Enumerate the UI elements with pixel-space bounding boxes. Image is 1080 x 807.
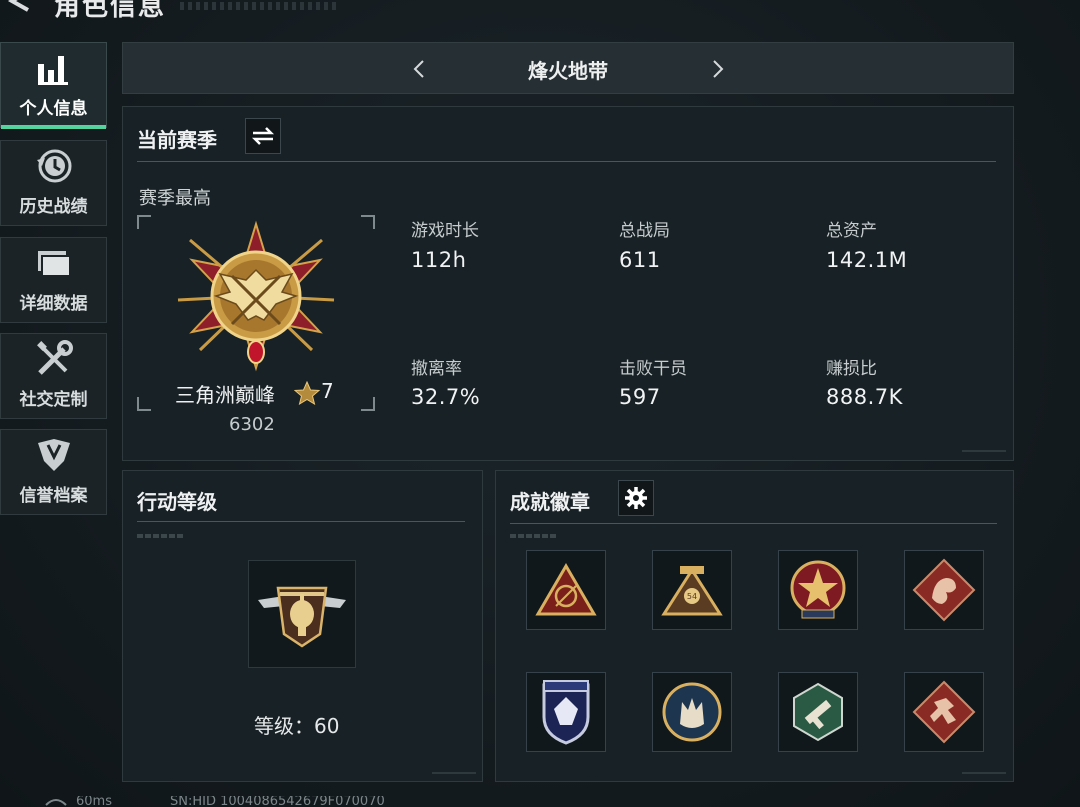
rank-star-count: 7 — [321, 379, 334, 403]
action-level-title: 行动等级 — [137, 490, 217, 514]
achievement-badge[interactable] — [778, 672, 858, 752]
sidebar-item-history[interactable]: 历史战绩 — [0, 140, 107, 226]
swap-arrows-icon — [251, 127, 275, 145]
gear-icon — [625, 487, 647, 509]
sidebar-item-social[interactable]: 社交定制 — [0, 333, 107, 419]
sidebar-item-label: 信誉档案 — [19, 486, 88, 506]
runner-diamond-badge-icon — [912, 680, 976, 744]
stat-value-kills: 597 — [619, 385, 661, 409]
shield-emblem-icon — [37, 439, 70, 471]
sidebar-item-credit[interactable]: 信誉档案 — [0, 429, 107, 515]
stat-label-total-matches: 总战局 — [619, 221, 670, 241]
achievement-badge[interactable] — [904, 672, 984, 752]
bar-chart-icon — [37, 56, 68, 85]
page-title: 角色信息 — [54, 0, 167, 20]
title-decoration — [137, 534, 185, 538]
sidebar-item-label: 历史战绩 — [19, 197, 88, 217]
mode-title: 烽火地带 — [528, 59, 608, 83]
dragon-diamond-badge-icon — [912, 558, 976, 622]
achievement-badge[interactable] — [652, 672, 732, 752]
achievement-badge[interactable]: 54 — [652, 550, 732, 630]
serial-number: SN:HID 1004086542679F070070 — [170, 796, 385, 807]
stat-label-total-assets: 总资产 — [826, 221, 877, 241]
stat-value-playtime: 112h — [411, 248, 467, 272]
stat-value-total-assets: 142.1M — [826, 248, 908, 272]
sidebar-item-label: 详细数据 — [19, 294, 88, 314]
wolf-circle-badge-icon — [662, 682, 722, 742]
achievements-title: 成就徽章 — [510, 490, 590, 514]
corner-decoration — [432, 764, 476, 774]
sidebar-item-detail-data[interactable]: 详细数据 — [0, 237, 107, 323]
corner-decoration — [962, 764, 1006, 774]
corner-decoration — [962, 442, 1006, 452]
achievement-badge[interactable] — [526, 672, 606, 752]
stat-label-playtime: 游戏时长 — [411, 221, 479, 241]
sidebar-item-label: 个人信息 — [19, 99, 88, 119]
stat-label-kills: 击败干员 — [619, 359, 687, 379]
helicopter-badge-icon — [258, 586, 346, 648]
title-decoration — [180, 2, 340, 10]
wifi-icon — [45, 799, 67, 806]
sidebar-item-label: 社交定制 — [19, 390, 88, 410]
rank-score: 6302 — [229, 414, 275, 435]
level-text: 等级：60 — [254, 714, 340, 738]
achievement-badge[interactable] — [904, 550, 984, 630]
top-bar: 角色信息 — [0, 0, 1080, 20]
level-emblem-box — [248, 560, 356, 668]
star-medal-badge-icon — [790, 560, 846, 619]
back-arrow-icon[interactable] — [6, 0, 32, 14]
chevron-right-icon[interactable] — [705, 57, 729, 81]
sidebar-item-personal-info[interactable]: 个人信息 — [0, 42, 107, 129]
triangle-54-badge-icon: 54 — [661, 566, 723, 616]
rank-emblem-icon — [177, 220, 335, 372]
mode-selector: 烽火地带 — [122, 42, 1014, 94]
shield-crystal-badge-icon — [542, 680, 590, 745]
stat-label-extract-rate: 撤离率 — [411, 359, 462, 379]
footer: 60ms SN:HID 1004086542679F070070 — [0, 796, 1080, 807]
divider — [137, 521, 465, 522]
star-icon — [294, 381, 320, 405]
season-title: 当前赛季 — [137, 128, 217, 152]
ping-value: 60ms — [76, 796, 112, 807]
history-clock-icon — [36, 149, 71, 183]
stat-label-profit-ratio: 赚损比 — [826, 359, 877, 379]
wrench-screwdriver-icon — [36, 340, 73, 375]
stat-value-profit-ratio: 888.7K — [826, 385, 903, 409]
season-best-label: 赛季最高 — [139, 188, 211, 209]
achievements-settings-button[interactable] — [618, 480, 654, 516]
achievement-badge[interactable] — [778, 550, 858, 630]
stat-value-total-matches: 611 — [619, 248, 661, 272]
title-decoration — [510, 534, 558, 538]
switch-season-button[interactable] — [245, 118, 281, 154]
rank-name: 三角洲巅峰 — [175, 383, 275, 407]
divider — [137, 161, 996, 162]
hexagon-gun-badge-icon — [793, 682, 843, 742]
divider — [510, 523, 997, 524]
achievement-badge[interactable] — [526, 550, 606, 630]
stat-value-extract-rate: 32.7% — [411, 385, 481, 409]
triangle-compass-badge-icon — [535, 563, 597, 616]
folder-icon — [37, 251, 71, 277]
svg-text:54: 54 — [687, 592, 697, 601]
